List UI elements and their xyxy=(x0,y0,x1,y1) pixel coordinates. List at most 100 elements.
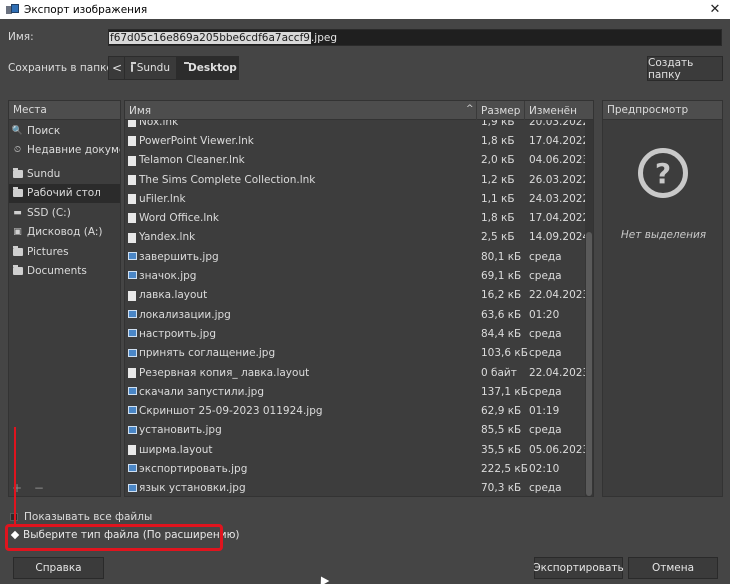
column-modified[interactable]: Изменён xyxy=(525,101,593,120)
crumb-desktop[interactable]: Desktop xyxy=(177,56,239,80)
crumb-sundu[interactable]: Sundu xyxy=(124,56,177,80)
file-date: среда xyxy=(529,347,562,360)
file-size: 2,5 кБ xyxy=(481,231,515,244)
title-bar: Экспорт изображения ✕ xyxy=(0,0,730,19)
place-label: Поиск xyxy=(27,124,61,137)
file-icon xyxy=(128,213,136,224)
file-row[interactable]: завершить.jpg 80,1 кБ среда xyxy=(125,247,585,266)
file-date: среда xyxy=(529,385,562,398)
show-all-files-checkbox[interactable]: Показывать все файлы xyxy=(10,511,152,523)
file-date: 05.06.2023 xyxy=(529,443,590,456)
place-label: Sundu xyxy=(27,167,61,180)
column-size[interactable]: Размер xyxy=(477,101,525,120)
file-size: 1,8 кБ xyxy=(481,212,515,225)
preview-panel: Предпросмотр ? Нет выделения xyxy=(602,100,723,497)
create-folder-button[interactable]: Создать папку xyxy=(647,56,723,81)
search-icon: 🔍 xyxy=(11,125,24,136)
image-file-icon xyxy=(128,387,137,396)
file-size: 0 байт xyxy=(481,366,517,379)
filename-extension: .jpeg xyxy=(310,31,337,44)
filename-selected: f67d05c16e869a205bbe6cdf6a7accf9 xyxy=(109,31,311,44)
file-icon xyxy=(128,136,136,147)
folder-icon xyxy=(12,187,23,198)
place-desktop[interactable]: Рабочий стол xyxy=(9,183,120,203)
place-pictures[interactable]: Pictures xyxy=(9,242,120,262)
file-row[interactable]: значок.jpg 69,1 кБ среда xyxy=(125,266,585,285)
file-name: экспортировать.jpg xyxy=(139,462,248,475)
drive-icon: ▬ xyxy=(13,207,22,218)
file-date: 01:19 xyxy=(529,405,560,418)
place-sundu[interactable]: Sundu xyxy=(9,164,120,184)
file-date: 17.04.2022 xyxy=(529,134,590,147)
file-icon xyxy=(128,232,136,243)
file-row[interactable]: установить.jpg 85,5 кБ среда xyxy=(125,421,585,440)
file-size: 35,5 кБ xyxy=(481,443,522,456)
file-row[interactable]: лавка.layout 16,2 кБ 22.04.2023 xyxy=(125,286,589,305)
file-row[interactable]: uFiler.lnk 1,1 кБ 24.03.2022 xyxy=(125,189,589,208)
file-row[interactable]: Word Office.lnk 1,8 кБ 17.04.2022 xyxy=(125,208,589,227)
annotation-arrow xyxy=(14,427,16,524)
place-documents[interactable]: Documents xyxy=(9,262,120,282)
image-file-icon xyxy=(128,483,137,492)
file-list-scrollbar[interactable] xyxy=(585,120,593,496)
file-row[interactable]: локализации.jpg 63,6 кБ 01:20 xyxy=(125,305,585,324)
filename-input[interactable]: f67d05c16e869a205bbe6cdf6a7accf9 .jpeg xyxy=(108,29,722,46)
checkbox-label: Показывать все файлы xyxy=(24,511,153,523)
file-row[interactable]: PowerPoint Viewer.lnk 1,8 кБ 17.04.2022 xyxy=(125,131,589,150)
file-row[interactable]: ширма.layout 35,5 кБ 05.06.2023 xyxy=(125,440,589,459)
file-row[interactable]: язык установки.jpg 70,3 кБ среда xyxy=(125,479,585,496)
place-ssd[interactable]: ▬ SSD (C:) xyxy=(9,203,120,223)
file-row[interactable]: The Sims Complete Collection.lnk 1,2 кБ 26… xyxy=(125,170,589,189)
file-icon xyxy=(128,290,136,301)
file-icon xyxy=(128,445,136,456)
place-recent[interactable]: ⏲ Недавние докуме... xyxy=(9,141,120,161)
image-file-icon xyxy=(128,425,137,434)
file-row[interactable]: настроить.jpg 84,4 кБ среда xyxy=(125,324,585,343)
export-button[interactable]: Экспортировать xyxy=(533,557,624,579)
file-row[interactable]: принять соглащение.jpg 103,6 кБ среда xyxy=(125,344,585,363)
file-name: скачали запустили.jpg xyxy=(139,385,264,398)
file-row[interactable]: Резервная копия_ лавка.layout 0 байт 22.04… xyxy=(125,363,589,382)
file-row[interactable]: скачали запустили.jpg 137,1 кБ среда xyxy=(125,382,585,401)
file-date: 04.06.2023 xyxy=(529,154,590,167)
place-search[interactable]: 🔍 Поиск xyxy=(9,121,120,141)
file-row[interactable]: Telamon Cleaner.lnk 2,0 кБ 04.06.2023 xyxy=(125,151,589,170)
file-name: локализации.jpg xyxy=(139,308,231,321)
file-row[interactable]: Yandex.lnk 2,5 кБ 14.09.2024 xyxy=(125,228,589,247)
no-selection-text: Нет выделения xyxy=(620,229,707,241)
file-date: среда xyxy=(529,250,562,263)
file-name: принять соглащение.jpg xyxy=(139,347,276,360)
file-name: PowerPoint Viewer.lnk xyxy=(139,134,254,147)
file-size: 16,2 кБ xyxy=(481,289,522,302)
help-button[interactable]: Справка xyxy=(13,557,104,579)
cancel-button[interactable]: Отмена xyxy=(628,557,718,579)
image-file-icon xyxy=(128,406,137,415)
file-size: 62,9 кБ xyxy=(481,405,522,418)
scrollbar-thumb[interactable] xyxy=(586,232,592,496)
place-label: SSD (C:) xyxy=(27,206,71,219)
column-name[interactable]: Имя xyxy=(125,101,477,120)
file-date: среда xyxy=(529,482,562,495)
file-name: Yandex.lnk xyxy=(139,231,196,244)
file-name: язык установки.jpg xyxy=(139,482,246,495)
file-size: 69,1 кБ xyxy=(481,270,522,283)
file-list[interactable]: Nox.lnk 1,9 кБ 20.03.2022 PowerPoint Viewer… xyxy=(124,100,594,497)
file-row[interactable]: Скриншот 25-09-2023 011924.jpg 62,9 кБ 01:… xyxy=(125,401,585,420)
file-name: лавка.layout xyxy=(139,289,208,302)
image-file-icon xyxy=(128,309,137,318)
file-size: 1,8 кБ xyxy=(481,134,515,147)
place-floppy[interactable]: ▣ Дисковод (A:) xyxy=(9,223,120,243)
sort-ascending-icon: ^ xyxy=(466,104,474,114)
file-row[interactable]: экспортировать.jpg 222,5 кБ 02:10 xyxy=(125,459,585,478)
file-size: 222,5 кБ xyxy=(481,462,528,475)
file-date: 24.03.2022 xyxy=(529,192,590,205)
close-icon[interactable]: ✕ xyxy=(706,0,724,19)
add-remove-bookmark-buttons[interactable]: + − xyxy=(12,481,48,495)
preview-header: Предпросмотр xyxy=(603,101,722,120)
places-header: Места xyxy=(9,101,120,120)
file-name: The Sims Complete Collection.lnk xyxy=(139,173,316,186)
window-title: Экспорт изображения xyxy=(24,3,148,16)
crumb-label: Desktop xyxy=(188,62,237,74)
annotation-highlight-box xyxy=(5,524,223,551)
name-label: Имя: xyxy=(8,31,34,43)
